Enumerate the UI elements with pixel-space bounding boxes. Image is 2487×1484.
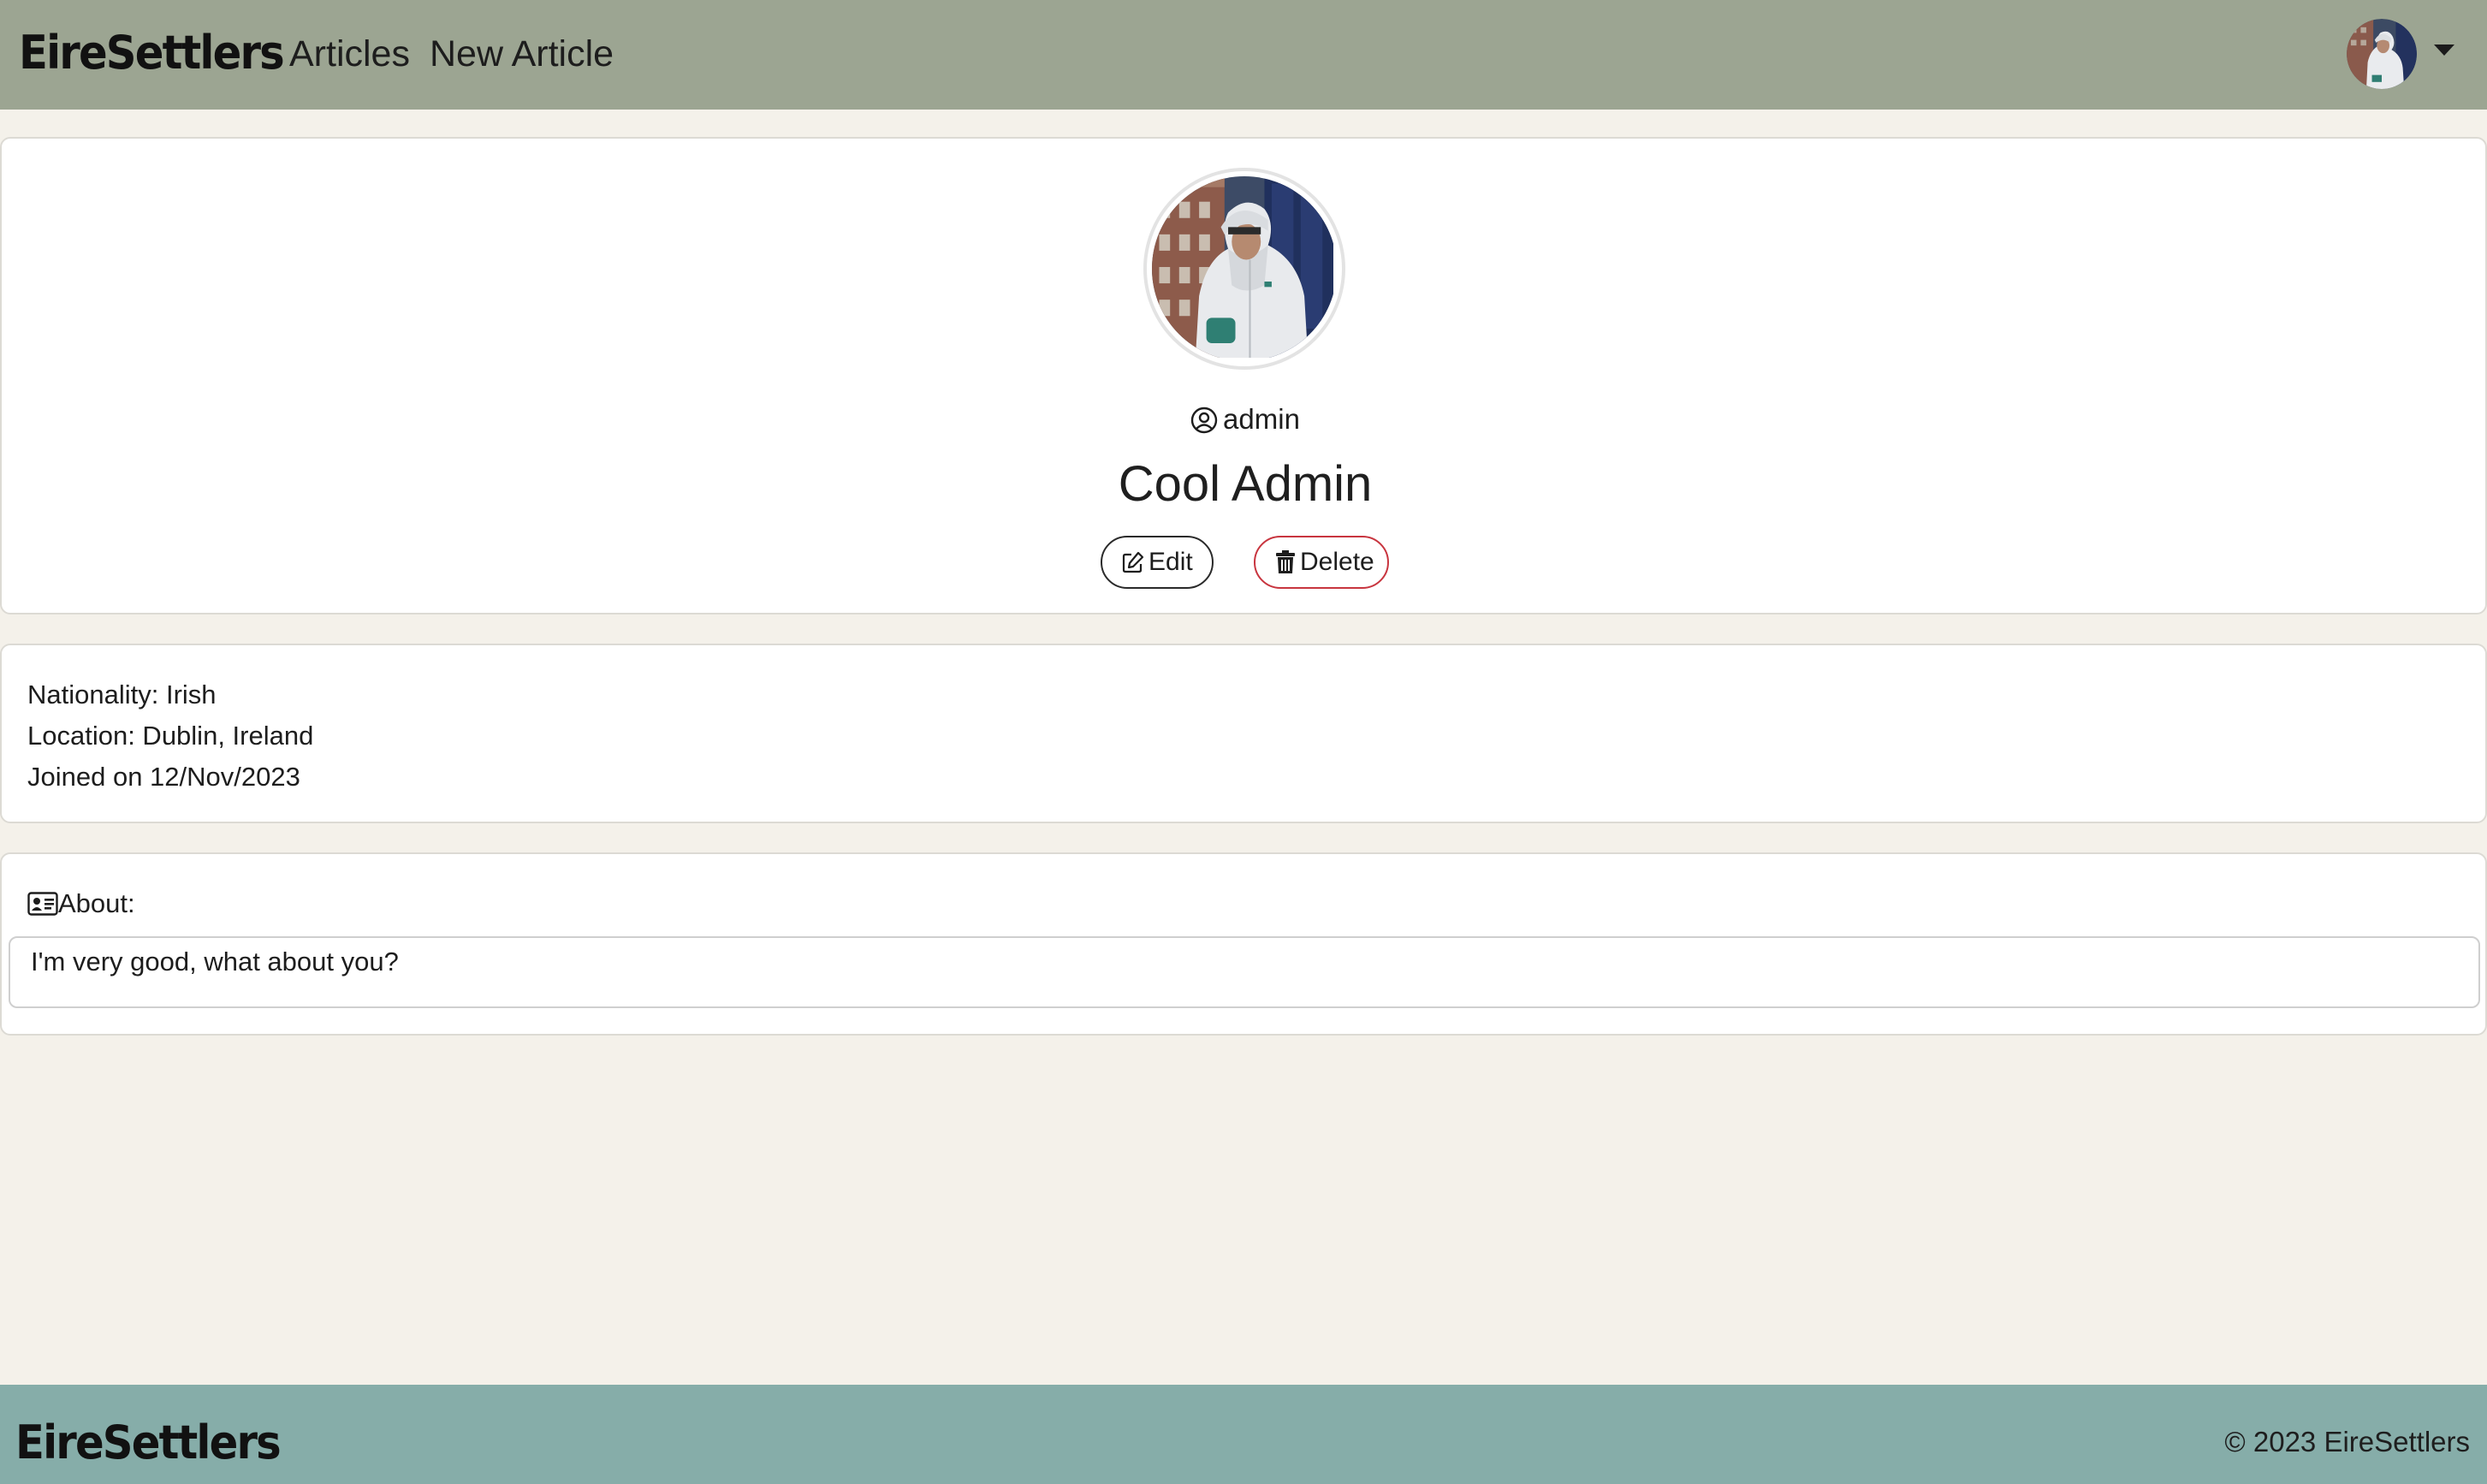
edit-button-label: Edit: [1149, 548, 1193, 576]
trash-icon: [1276, 550, 1295, 573]
details-card: Nationality: Irish Location: Dublin, Ire…: [0, 644, 2487, 823]
id-card-icon: [27, 892, 58, 916]
about-label: About:: [58, 888, 135, 918]
nav-link-articles[interactable]: Articles: [289, 26, 410, 82]
location-text: Location: Dublin, Ireland: [27, 721, 314, 751]
joined-date-text: Joined on 12/Nov/2023: [27, 762, 300, 792]
pencil-square-icon: [1122, 551, 1144, 573]
profile-card: admin Cool Admin Edit Delete: [0, 137, 2487, 614]
user-circle-icon: [1190, 406, 1218, 443]
username: admin: [1223, 403, 1300, 435]
nav-link-new-article[interactable]: New Article: [430, 26, 614, 82]
delete-button-label: Delete: [1300, 548, 1374, 576]
about-text-box: I'm very good, what about you?: [9, 936, 2480, 1008]
profile-photo: [1152, 176, 1333, 358]
avatar-photo: [2347, 19, 2417, 89]
brand-logo[interactable]: EireSettlers: [19, 22, 285, 84]
footer-brand-logo[interactable]: EireSettlers: [15, 1412, 282, 1474]
display-name: Cool Admin: [1118, 456, 1373, 512]
user-avatar-menu[interactable]: [2347, 19, 2417, 89]
about-card: About: I'm very good, what about you?: [0, 852, 2487, 1036]
edit-button[interactable]: Edit: [1101, 536, 1214, 589]
top-navbar: EireSettlers Articles New Article: [0, 0, 2487, 110]
footer: EireSettlers © 2023 EireSettlers: [0, 1385, 2487, 1484]
copyright-text: © 2023 EireSettlers: [2224, 1426, 2470, 1457]
delete-button[interactable]: Delete: [1254, 536, 1389, 589]
nationality-text: Nationality: Irish: [27, 680, 217, 709]
about-heading: About:: [27, 885, 135, 923]
profile-avatar: [1143, 168, 1345, 370]
caret-down-icon[interactable]: [2434, 45, 2454, 56]
username-row: admin: [2, 401, 2487, 443]
